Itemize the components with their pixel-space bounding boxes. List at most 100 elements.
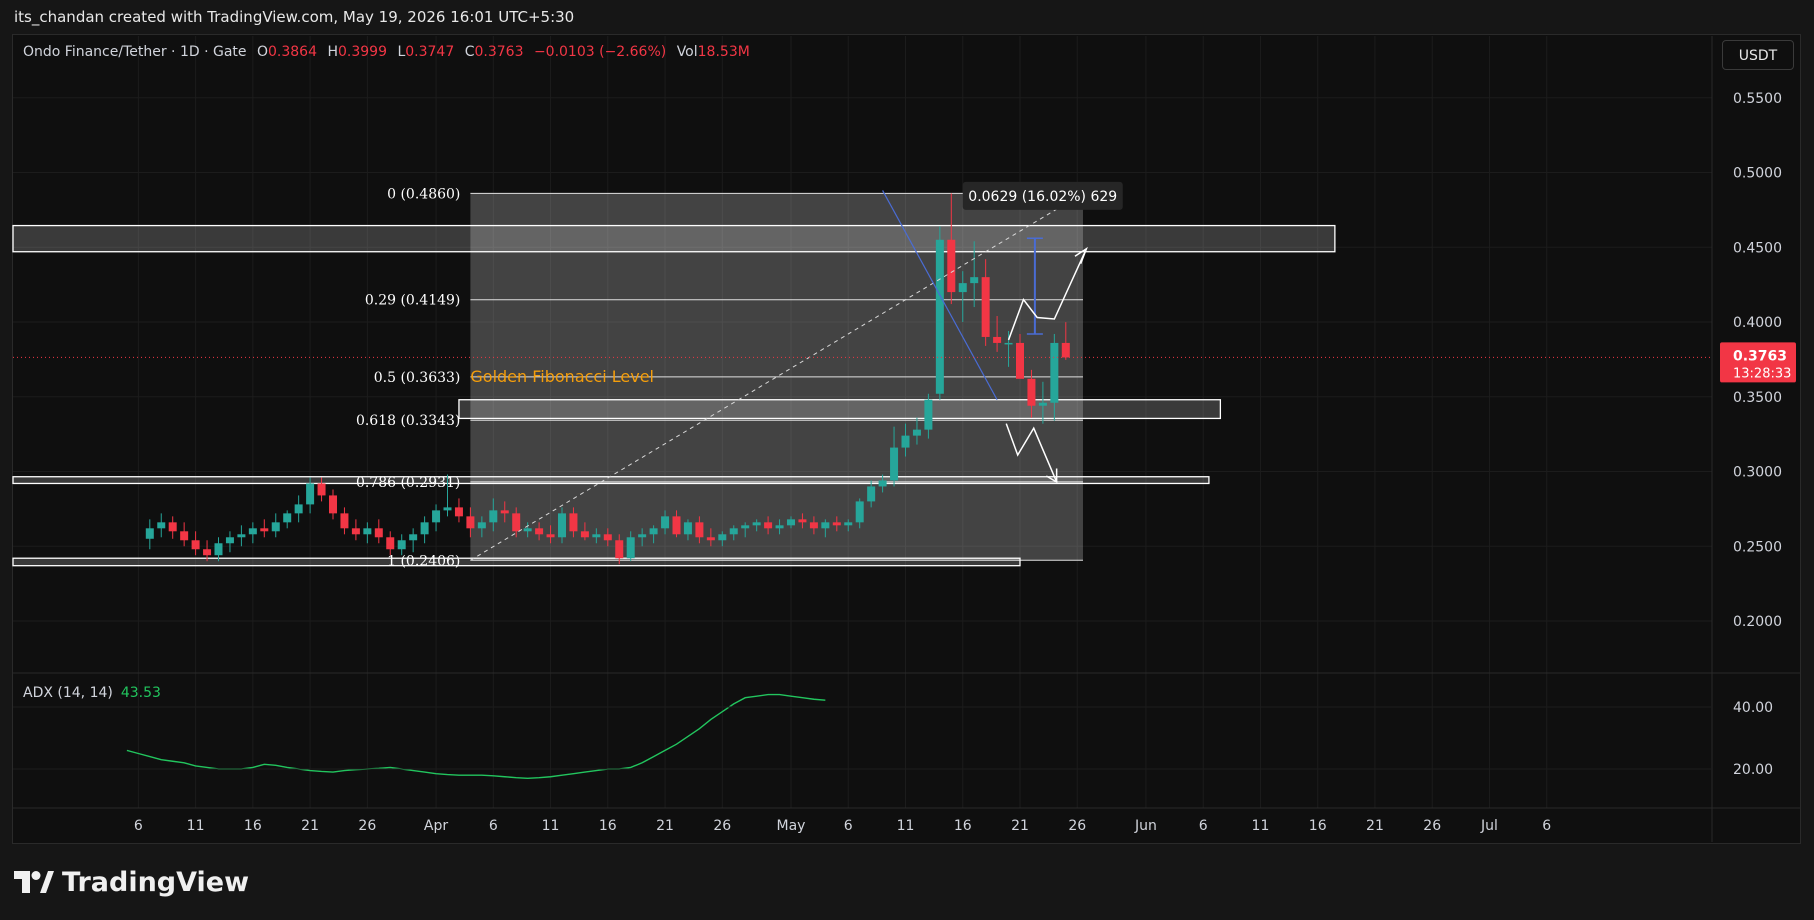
candle-body [512,513,521,532]
time-axis-label: 16 [244,818,262,834]
candle-body [363,528,372,535]
candle-body [981,277,990,337]
candle-body [420,522,429,535]
candle-body [844,522,853,526]
candle-body [168,522,177,532]
currency-button[interactable]: USDT [1722,40,1794,70]
candle-body [706,537,715,541]
candle-body [1038,402,1047,406]
candle-body [191,540,200,550]
time-axis-label: 21 [1011,818,1029,834]
time-axis-label: 11 [897,818,915,834]
candle-body [890,447,899,481]
candle-body [798,519,807,523]
candle-body [855,501,864,523]
time-axis-label: 6 [489,818,498,834]
price-axis-label: 0.5000 [1733,166,1782,182]
adx-legend: ADX (14, 14) 43.53 [23,685,161,701]
candle-body [1050,342,1059,403]
open-value: 0.3864 [268,44,317,60]
high-label: H [327,44,338,60]
candle-body [878,480,887,487]
candle-body [260,528,269,532]
candle-body [1004,342,1013,345]
candle-body [454,507,463,517]
candle-body [638,534,647,538]
candle-body [225,537,234,544]
fibonacci-level-label: 0 (0.4860) [387,186,460,202]
tradingview-logo[interactable]: TradingView [14,866,249,898]
candle-body [832,522,841,526]
resistance-zone [12,224,1336,253]
candle-body [317,483,326,496]
candle-body [867,486,876,502]
price-badge-layer: 0.3763 13:28:33 [1720,342,1796,383]
candle-body [386,537,395,550]
volume-value: 18.53M [697,44,750,60]
candle-body [615,540,624,559]
time-axis-label: May [777,818,806,834]
candle-body [809,522,818,529]
candle-body [546,534,555,538]
price-axis-label: 0.3500 [1733,390,1782,406]
golden-fibonacci-label: Golden Fibonacci Level [470,367,654,386]
candle-body [351,528,360,535]
fibonacci-level-label: 0.5 (0.3633) [374,370,461,386]
candle-body [912,429,921,436]
price-axis-label: 0.5500 [1733,91,1782,107]
candle-body [500,510,509,514]
time-axis-label: Jun [1134,818,1157,834]
candle-body [775,525,784,529]
time-axis-label: 6 [1199,818,1208,834]
open-label: O [256,44,268,60]
symbol-title: Ondo Finance/Tether · 1D · Gate [23,44,247,60]
candle-body [695,522,704,538]
candle-body [374,528,383,538]
candle-body [752,522,761,526]
candle-body [970,277,979,284]
fibonacci-level-label: 0.618 (0.3343) [356,413,460,429]
price-axis-label: 0.2500 [1733,539,1782,555]
candle-body [764,522,773,529]
candle-body [683,522,692,535]
candle-body [432,510,441,523]
candle-body [477,522,486,529]
candle-body [535,528,544,535]
close-value: 0.3763 [474,44,524,60]
adx-pane: 40.00 20.00 [13,693,1773,780]
adx-axis-label: 20.00 [1733,762,1773,778]
high-value: 0.3999 [337,44,387,60]
volume-label: Vol [676,44,698,60]
candle-body [1016,342,1024,379]
candle-body [729,528,738,535]
candle-body [271,522,280,532]
candle-body [443,507,452,511]
time-axis-label: 6 [134,818,143,834]
time-axis-label: 26 [1423,818,1441,834]
time-axis-label: 6 [844,818,853,834]
fibonacci-retracement: 0 (0.4860) 0.29 (0.4149) 0.5 (0.3633) 0.618… [12,186,1336,569]
candle-body [340,513,349,529]
candle-body [935,239,944,394]
candle-body [248,528,257,535]
time-axis-label: 26 [1068,818,1086,834]
candle-body [283,513,292,523]
time-axis-label: 21 [656,818,674,834]
time-axis-label: 11 [542,818,560,834]
candle-body [1061,342,1070,358]
candle-body [306,483,315,505]
candle-body [145,528,154,539]
price-chart[interactable]: 0 (0.4860) 0.29 (0.4149) 0.5 (0.3633) 0.618… [0,0,1814,920]
brand-name: TradingView [62,866,250,898]
candle-body [821,522,830,529]
candle-body [214,543,223,556]
candle-body [294,504,303,514]
candle-body [901,435,910,448]
candle-body [397,540,406,550]
time-axis-label: 11 [187,818,205,834]
candle-body [649,528,658,535]
candle-body [672,516,681,535]
symbol-legend: Ondo Finance/Tether · 1D · Gate O0.3864 … [23,44,750,60]
adx-label: ADX (14, 14) [23,685,113,701]
candle-body [661,516,670,529]
